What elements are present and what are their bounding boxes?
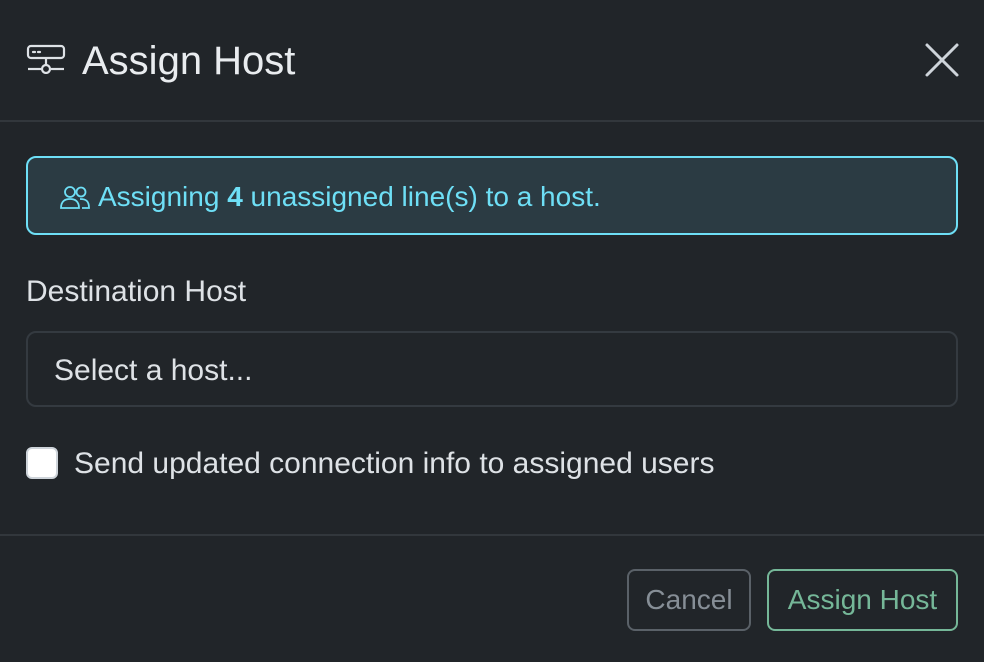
destination-host-placeholder: Select a host... <box>54 354 253 387</box>
alert-count: 4 <box>227 181 243 212</box>
modal-header: Assign Host <box>0 0 984 122</box>
info-alert: Assigning 4 unassigned line(s) to a host… <box>26 156 958 235</box>
users-icon <box>60 186 90 209</box>
close-icon[interactable] <box>920 38 964 82</box>
assign-host-modal: Assign Host Assigning 4 unassigned line(… <box>0 0 984 662</box>
assign-host-button[interactable]: Assign Host <box>767 569 958 631</box>
footer-divider <box>0 534 984 536</box>
alert-message: Assigning 4 unassigned line(s) to a host… <box>98 180 601 214</box>
modal-title: Assign Host <box>82 39 296 83</box>
cancel-button[interactable]: Cancel <box>627 569 751 631</box>
destination-host-select[interactable]: Select a host... <box>26 331 958 407</box>
notify-users-checkbox[interactable] <box>26 447 58 479</box>
notify-users-label[interactable]: Send updated connection info to assigned… <box>74 446 714 482</box>
alert-prefix: Assigning <box>98 181 228 212</box>
alert-suffix: unassigned line(s) to a host. <box>242 181 601 212</box>
destination-host-label: Destination Host <box>26 275 247 308</box>
server-icon <box>26 44 66 74</box>
